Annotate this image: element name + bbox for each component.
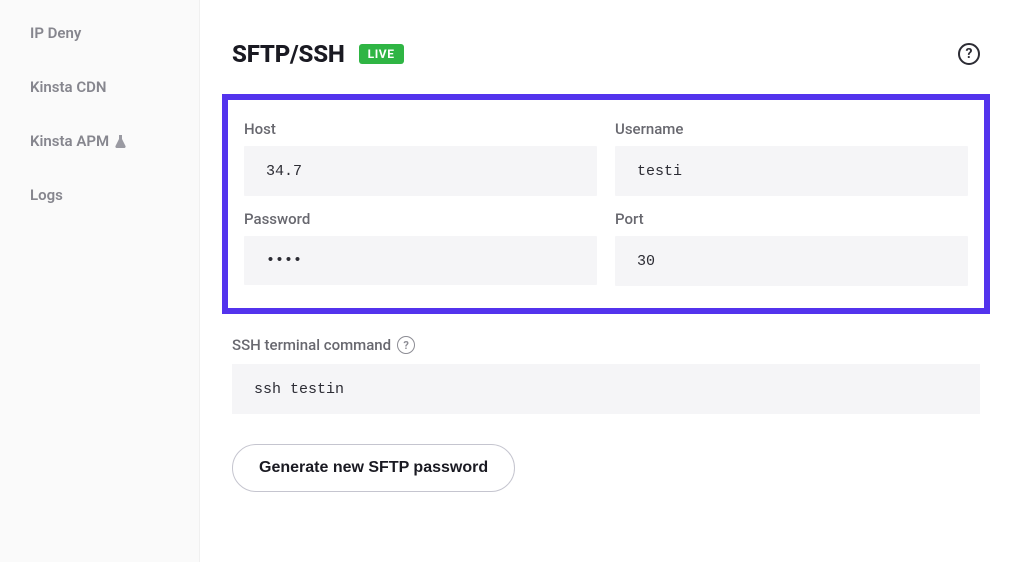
help-icon[interactable]: ?: [397, 336, 415, 354]
sidebar-item-kinsta-cdn[interactable]: Kinsta CDN: [0, 60, 199, 114]
ssh-command-value[interactable]: ssh testin: [232, 364, 980, 414]
redacted-segment: [682, 162, 772, 180]
sidebar-item-logs[interactable]: Logs: [0, 168, 199, 222]
main-content: SFTP/SSH LIVE ? Host 34.7 Username testi…: [200, 0, 1012, 562]
host-label: Host: [244, 120, 597, 138]
sidebar-item-kinsta-apm[interactable]: Kinsta APM: [0, 114, 199, 168]
redacted-segment: [302, 162, 392, 180]
help-icon[interactable]: ?: [958, 43, 980, 65]
flask-icon: [115, 135, 126, 148]
generate-password-button[interactable]: Generate new SFTP password: [232, 444, 515, 492]
ssh-command-section: SSH terminal command ? ssh testin: [222, 336, 990, 414]
port-label: Port: [615, 210, 968, 228]
header-left: SFTP/SSH LIVE: [232, 40, 404, 68]
username-field: Username testi: [615, 120, 968, 196]
credentials-panel: Host 34.7 Username testi Password •••• P…: [222, 94, 990, 314]
redacted-segment: [655, 252, 745, 270]
password-value[interactable]: ••••: [244, 236, 597, 285]
port-field: Port 30: [615, 210, 968, 286]
sidebar-item-label: IP Deny: [30, 24, 81, 42]
sidebar-item-ip-deny[interactable]: IP Deny: [0, 6, 199, 60]
redacted-segment: [344, 380, 664, 398]
username-label: Username: [615, 120, 968, 138]
password-label: Password: [244, 210, 597, 228]
actions: Generate new SFTP password: [222, 444, 990, 492]
sidebar-item-label: Kinsta APM: [30, 132, 109, 150]
sidebar: IP Deny Kinsta CDN Kinsta APM Logs: [0, 0, 200, 562]
page-title: SFTP/SSH: [232, 40, 345, 68]
password-field: Password ••••: [244, 210, 597, 286]
sidebar-item-label: Kinsta CDN: [30, 78, 107, 96]
port-value[interactable]: 30: [615, 236, 968, 286]
sidebar-item-label: Logs: [30, 186, 63, 204]
environment-badge: LIVE: [359, 44, 404, 64]
username-value[interactable]: testi: [615, 146, 968, 196]
host-value[interactable]: 34.7: [244, 146, 597, 196]
ssh-command-label: SSH terminal command ?: [232, 336, 980, 354]
page-header: SFTP/SSH LIVE ?: [222, 40, 990, 68]
host-field: Host 34.7: [244, 120, 597, 196]
